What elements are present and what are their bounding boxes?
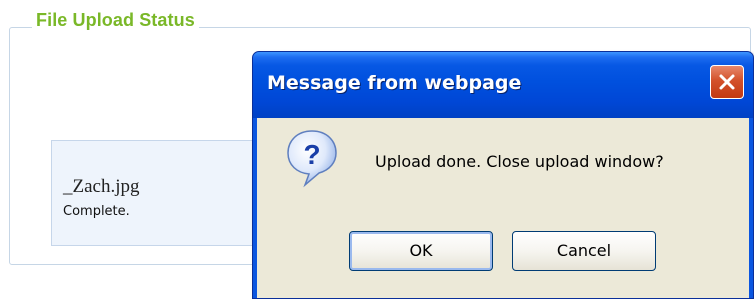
svg-text:?: ? bbox=[303, 139, 320, 170]
dialog-message: Upload done. Close upload window? bbox=[375, 152, 664, 171]
dialog-title: Message from webpage bbox=[267, 72, 522, 94]
question-icon: ? bbox=[287, 130, 337, 188]
message-dialog: Message from webpage ? Upload done. Clos… bbox=[252, 51, 754, 299]
file-status: Complete. bbox=[63, 204, 130, 219]
panel-legend: File Upload Status bbox=[32, 10, 199, 31]
page: _Zach.jpg Complete. File Upload Status M… bbox=[0, 0, 754, 299]
ok-button[interactable]: OK bbox=[349, 231, 493, 271]
close-button[interactable] bbox=[710, 65, 744, 99]
dialog-titlebar[interactable]: Message from webpage bbox=[253, 52, 753, 118]
cancel-button[interactable]: Cancel bbox=[512, 231, 656, 271]
file-name: _Zach.jpg bbox=[63, 176, 140, 197]
dialog-body: ? Upload done. Close upload window? OK C… bbox=[257, 118, 749, 298]
close-icon bbox=[719, 74, 735, 90]
